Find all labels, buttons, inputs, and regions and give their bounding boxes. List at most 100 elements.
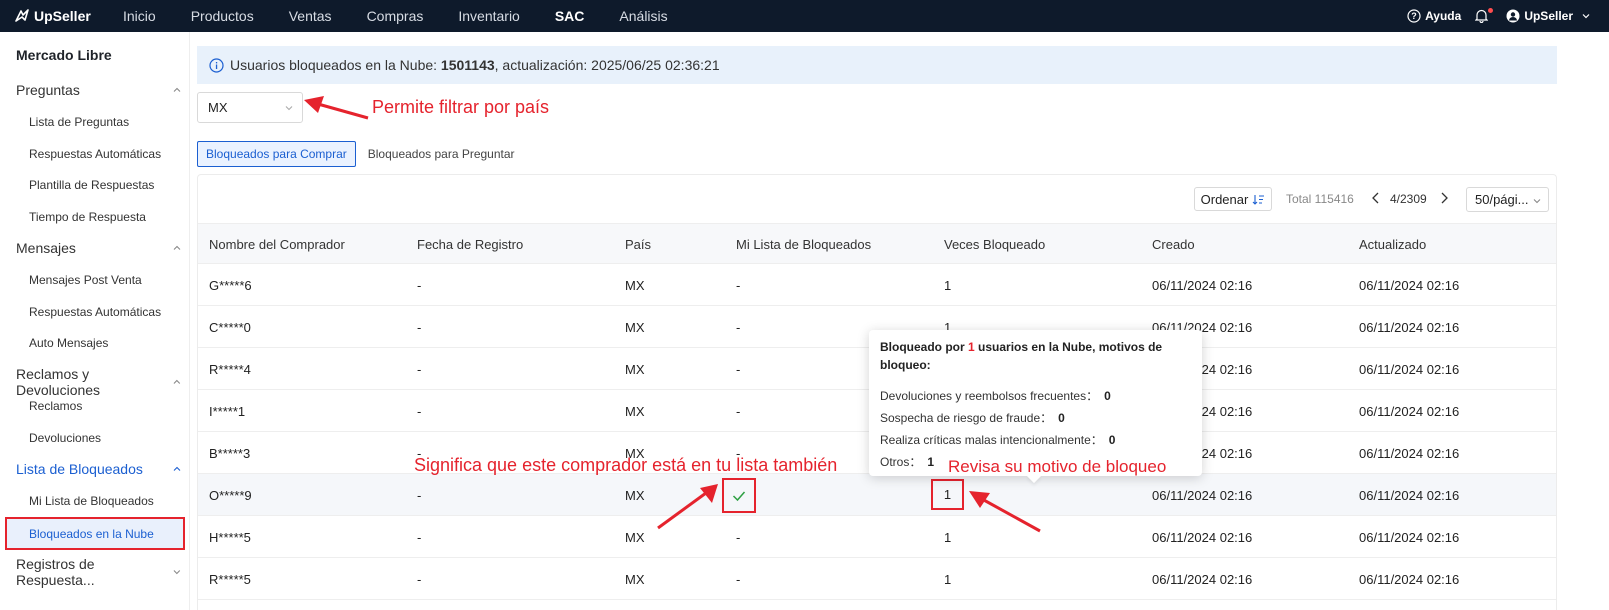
sidebar-item-auto-mensajes[interactable]: Auto Mensajes (29, 336, 108, 350)
col-header-pais: País (625, 237, 652, 252)
help-icon: ? (1407, 9, 1421, 23)
sidebar-item-respuestas-automaticas-2[interactable]: Respuestas Automáticas (29, 305, 161, 319)
bell-icon (1475, 9, 1489, 23)
nav-analisis[interactable]: Análisis (619, 8, 667, 24)
times-blocked-highlight[interactable]: 1 (931, 479, 964, 510)
sidebar-item-mi-lista-bloqueados[interactable]: Mi Lista de Bloqueados (29, 494, 154, 508)
table-row[interactable]: H*****5 - MX - 1 06/11/2024 02:16 06/11/… (198, 516, 1556, 558)
cell-created: 06/11/2024 02:16 (1152, 488, 1253, 503)
chevron-right-icon[interactable] (1438, 191, 1450, 205)
cell-updated: 06/11/2024 02:16 (1359, 320, 1460, 335)
annotation-reason: Revisa su motivo de bloqueo (948, 457, 1167, 476)
cell-times[interactable]: 1 (944, 278, 951, 293)
cell-created: 06/11/2024 02:16 (1152, 572, 1253, 587)
sidebar-item-devoluciones[interactable]: Devoluciones (29, 431, 101, 445)
col-header-creado: Creado (1152, 237, 1195, 252)
tab-bloqueados-comprar[interactable]: Bloqueados para Comprar (197, 141, 356, 167)
sidebar-group-registros[interactable]: Registros de Respuesta... (16, 556, 182, 588)
reason-value: 0 (1058, 411, 1065, 425)
tooltip-reason: Realiza críticas malas intencionalmente：… (880, 431, 1115, 448)
help-link[interactable]: ? Ayuda (1407, 9, 1461, 23)
brand-name: UpSeller (34, 8, 91, 24)
sort-icon (1252, 194, 1265, 205)
tooltip-head-count: 1 (968, 340, 975, 354)
cell-name: B*****3 (209, 446, 251, 461)
sidebar-item-respuestas-automaticas[interactable]: Respuestas Automáticas (29, 147, 161, 161)
cell-updated: 06/11/2024 02:16 (1359, 446, 1460, 461)
chevron-left-icon[interactable] (1370, 191, 1382, 205)
per-page-select[interactable]: 50/pági... (1466, 187, 1549, 212)
user-icon (1506, 9, 1520, 23)
info-banner: Usuarios bloqueados en la Nube: 1501143,… (197, 46, 1557, 84)
cell-name: I*****1 (209, 404, 246, 419)
sidebar-item-tiempo-respuesta[interactable]: Tiempo de Respuesta (29, 210, 146, 224)
cell-reg: - (417, 572, 422, 587)
sidebar-item-reclamos[interactable]: Reclamos (29, 399, 82, 413)
sidebar-group-lista-bloqueados[interactable]: Lista de Bloqueados (16, 461, 182, 477)
cell-country: MX (625, 278, 645, 293)
cell-country: MX (625, 572, 645, 587)
cell-times: 1 (943, 487, 952, 502)
cell-times[interactable]: 1 (944, 572, 951, 587)
cell-reg: - (417, 362, 422, 377)
sidebar-group-preguntas[interactable]: Preguntas (16, 82, 182, 98)
cell-mylist: - (736, 530, 741, 545)
cell-country: MX (625, 320, 645, 335)
table-row[interactable]: R*****5 - MX - 1 06/11/2024 02:16 06/11/… (198, 558, 1556, 600)
notifications-button[interactable] (1475, 8, 1494, 23)
cell-updated: 06/11/2024 02:16 (1359, 278, 1460, 293)
reason-value: 1 (927, 455, 935, 469)
cell-country: MX (625, 488, 645, 503)
cell-mylist: - (736, 572, 741, 587)
cell-times[interactable]: 1 (944, 530, 951, 545)
brand-logo[interactable]: UpSeller (0, 8, 110, 24)
cell-updated: 06/11/2024 02:16 (1359, 362, 1460, 377)
per-page-value: 50/pági... (1475, 192, 1529, 207)
sidebar-item-mensajes-post-venta[interactable]: Mensajes Post Venta (29, 273, 142, 287)
user-menu[interactable]: UpSeller (1506, 9, 1595, 23)
nav-inicio[interactable]: Inicio (123, 8, 156, 24)
cell-reg: - (417, 530, 422, 545)
sidebar-group-label: Reclamos y Devoluciones (16, 366, 101, 398)
chevron-up-icon (173, 466, 181, 471)
nav-compras[interactable]: Compras (367, 8, 424, 24)
sidebar-item-plantilla-respuestas[interactable]: Plantilla de Respuestas (29, 178, 154, 192)
chevron-down-icon (1533, 199, 1541, 204)
tooltip-reason: Otros： 1 (880, 453, 934, 470)
table-row[interactable]: O*****9 - MX 1 06/11/2024 02:16 06/11/20… (198, 474, 1556, 516)
country-select[interactable]: MX (197, 92, 303, 123)
nav-inventario[interactable]: Inventario (458, 8, 519, 24)
cell-mylist: - (736, 404, 741, 419)
sidebar-group-mensajes[interactable]: Mensajes (16, 240, 182, 256)
cell-reg: - (417, 404, 422, 419)
country-select-value: MX (208, 100, 228, 115)
cell-reg: - (417, 278, 422, 293)
reason-label: Realiza críticas malas intencionalmente： (880, 433, 1103, 447)
cell-name: C*****0 (209, 320, 251, 335)
info-icon (209, 57, 224, 73)
col-header-actualizado: Actualizado (1359, 237, 1427, 252)
nav-productos[interactable]: Productos (191, 8, 254, 24)
sidebar-item-bloqueados-nube[interactable]: Bloqueados en la Nube (5, 517, 185, 550)
cell-name: H*****5 (209, 530, 251, 545)
arrow-filter (304, 96, 369, 120)
sidebar-group-label: Lista de Bloqueados (16, 461, 143, 477)
sidebar-group-reclamos[interactable]: Reclamos y Devoluciones (16, 366, 182, 398)
nav-ventas[interactable]: Ventas (289, 8, 332, 24)
mylist-check-highlight (722, 478, 756, 513)
tooltip-reason: Devoluciones y reembolsos frecuentes： 0 (880, 387, 1111, 404)
order-button[interactable]: Ordenar (1194, 187, 1272, 211)
upseller-logo-icon (15, 9, 29, 22)
tooltip-reason: Sospecha de riesgo de fraude： 0 (880, 409, 1065, 426)
sidebar-title: Mercado Libre (16, 47, 112, 63)
block-reasons-tooltip: Bloqueado por 1 usuarios en la Nube, mot… (869, 330, 1202, 476)
table-row[interactable]: G*****6 - MX - 1 06/11/2024 02:16 06/11/… (198, 264, 1556, 306)
chevron-down-icon (173, 570, 181, 575)
order-label: Ordenar (1200, 191, 1249, 207)
info-prefix: Usuarios bloqueados en la Nube: (230, 57, 438, 73)
sidebar-item-lista-preguntas[interactable]: Lista de Preguntas (29, 115, 129, 129)
cell-mylist: - (736, 278, 741, 293)
nav-sac[interactable]: SAC (555, 8, 585, 24)
check-icon (732, 491, 746, 501)
tab-bloqueados-preguntar[interactable]: Bloqueados para Preguntar (360, 141, 523, 167)
